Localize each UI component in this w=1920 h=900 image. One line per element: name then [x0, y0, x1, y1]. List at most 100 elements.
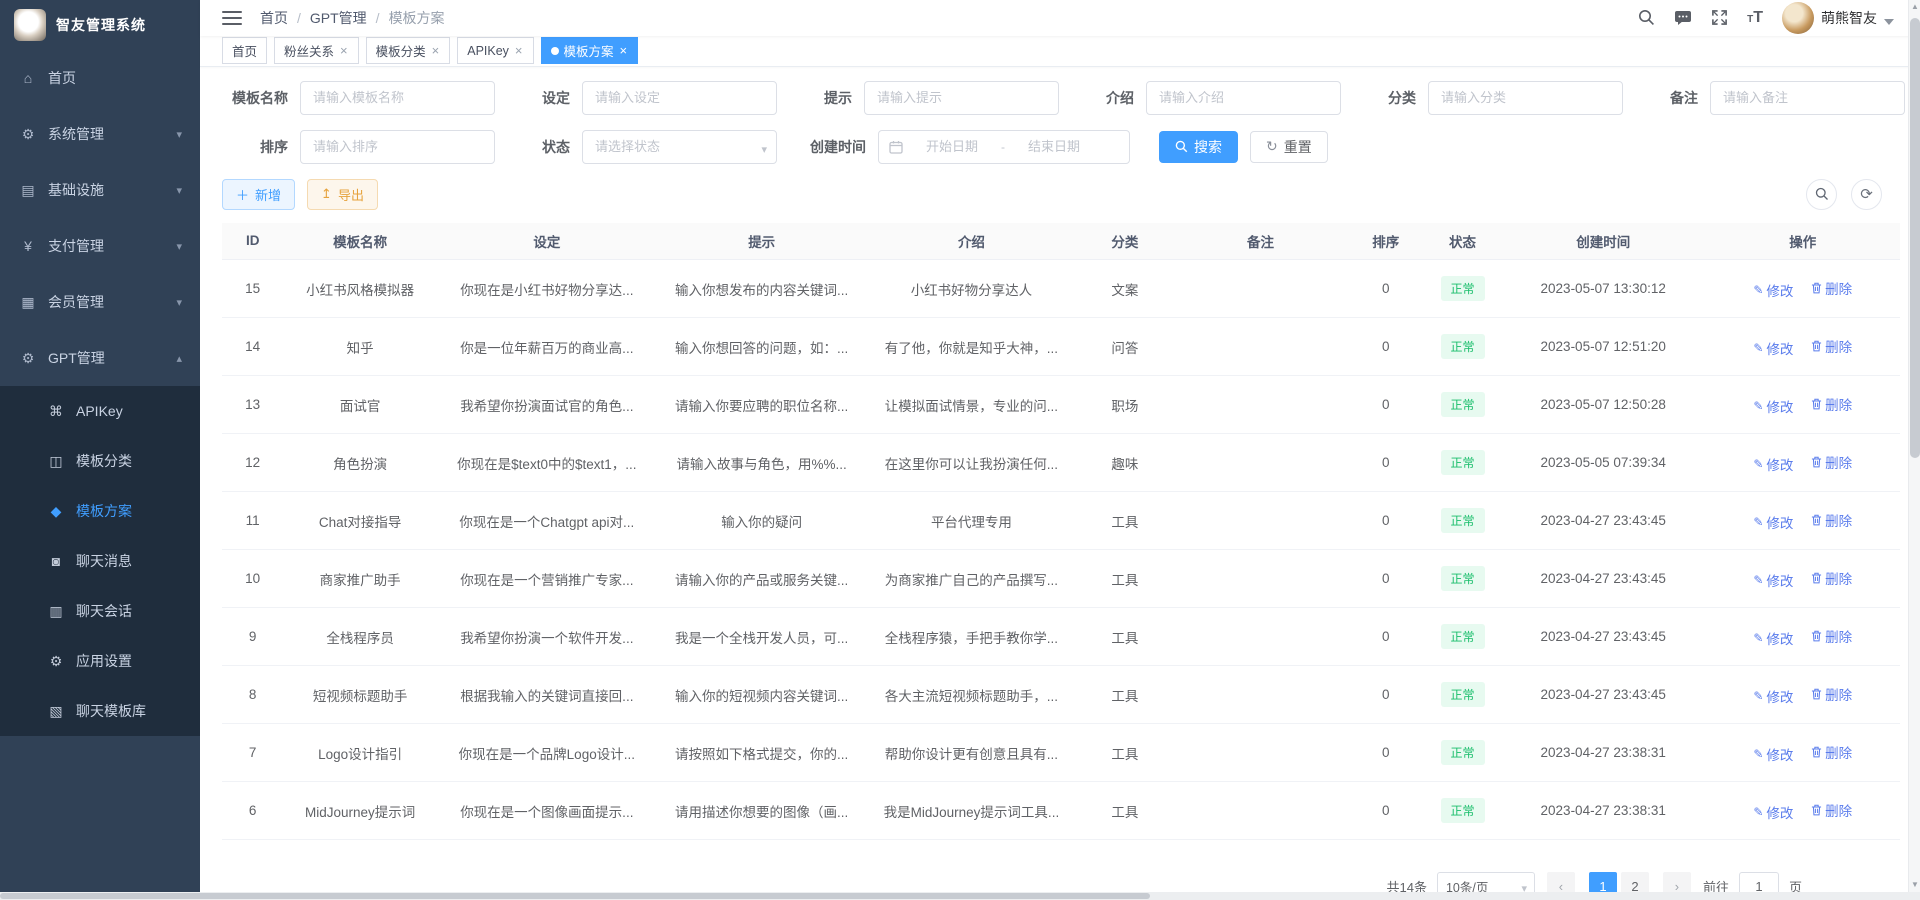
delete-link[interactable]: 删除 [1811, 452, 1852, 472]
cell-prompt: 请按照如下格式提交，你的... [657, 724, 867, 782]
cell-status: 正常 [1424, 550, 1501, 608]
edit-link[interactable]: ✎修改 [1753, 570, 1793, 590]
delete-link[interactable]: 删除 [1811, 742, 1852, 762]
status-badge: 正常 [1441, 450, 1485, 475]
delete-link[interactable]: 删除 [1811, 278, 1852, 298]
edit-link[interactable]: ✎修改 [1753, 280, 1793, 300]
cell-sort: 0 [1347, 782, 1424, 840]
delete-icon [1811, 456, 1822, 468]
status-select-input[interactable] [582, 130, 777, 164]
sort-input[interactable] [300, 130, 495, 164]
fullscreen-icon[interactable] [1711, 9, 1728, 26]
edit-link[interactable]: ✎修改 [1753, 512, 1793, 532]
tab-label: 首页 [232, 41, 257, 60]
close-icon[interactable]: × [619, 44, 629, 57]
toggle-search-button[interactable] [1806, 179, 1837, 210]
close-icon[interactable]: × [339, 44, 349, 57]
edit-link[interactable]: ✎修改 [1753, 628, 1793, 648]
delete-link[interactable]: 删除 [1811, 684, 1852, 704]
sidebar-item-chat-message[interactable]: ◙聊天消息 [0, 536, 200, 586]
delete-link[interactable]: 删除 [1811, 626, 1852, 646]
add-button[interactable]: ＋ 新增 [222, 179, 295, 210]
filter-label: 创建时间 [786, 137, 878, 157]
sidebar-item-payment-management[interactable]: ¥支付管理▾ [0, 218, 200, 274]
sidebar-item-label: 会员管理 [48, 292, 176, 312]
tab-fans-relation[interactable]: 粉丝关系× [274, 37, 359, 64]
tab-template-plan[interactable]: 模板方案× [541, 37, 639, 64]
close-icon[interactable]: × [514, 44, 524, 57]
sidebar-item-chat-template-lib[interactable]: ▧聊天模板库 [0, 686, 200, 736]
filter-label: 模板名称 [222, 88, 300, 108]
sidebar-item-template-plan[interactable]: ◆模板方案 [0, 486, 200, 536]
font-size-icon[interactable]: TT [1747, 9, 1763, 27]
chevron-down-icon: ▾ [176, 128, 182, 141]
scroll-up-arrow-icon[interactable]: ▲ [1909, 0, 1920, 14]
vertical-scrollbar-thumb[interactable] [1910, 18, 1920, 458]
status-badge: 正常 [1441, 624, 1485, 649]
cell-status: 正常 [1424, 376, 1501, 434]
status-select[interactable]: ▾ [582, 130, 777, 164]
collapse-sidebar-icon[interactable] [222, 11, 242, 25]
date-range-picker[interactable]: - [878, 130, 1130, 164]
edit-link[interactable]: ✎修改 [1753, 338, 1793, 358]
horizontal-scrollbar-thumb[interactable] [0, 893, 1150, 899]
breadcrumb-item[interactable]: GPT管理 [310, 8, 367, 28]
cell-prompt: 请输入你要应聘的职位名称... [657, 376, 867, 434]
sidebar-item-infrastructure[interactable]: ▤基础设施▾ [0, 162, 200, 218]
intro-input[interactable] [1146, 81, 1341, 115]
sidebar-menu: ⌂首页⚙系统管理▾▤基础设施▾¥支付管理▾▦会员管理▾⚙GPT管理▴⌘APIKe… [0, 50, 200, 736]
edit-link[interactable]: ✎修改 [1753, 802, 1793, 822]
message-icon[interactable] [1674, 10, 1692, 26]
category-input[interactable] [1428, 81, 1623, 115]
status-badge: 正常 [1441, 334, 1485, 359]
horizontal-scrollbar[interactable] [0, 892, 1920, 900]
cell-template-name: 知乎 [283, 318, 436, 376]
sidebar-item-app-settings[interactable]: ⚙应用设置 [0, 636, 200, 686]
sidebar-item-home[interactable]: ⌂首页 [0, 50, 200, 106]
cell-template-name: 小红书风格模拟器 [283, 260, 436, 318]
delete-link[interactable]: 删除 [1811, 800, 1852, 820]
delete-link[interactable]: 删除 [1811, 568, 1852, 588]
remark-input[interactable] [1710, 81, 1905, 115]
end-date-input[interactable] [1011, 139, 1097, 154]
refresh-button[interactable]: ⟳ [1851, 179, 1882, 210]
delete-link[interactable]: 删除 [1811, 510, 1852, 530]
delete-link[interactable]: 删除 [1811, 336, 1852, 356]
cell-created-time: 2023-05-07 13:30:12 [1501, 260, 1706, 318]
cell-sort: 0 [1347, 260, 1424, 318]
tab-home[interactable]: 首页 [222, 37, 267, 64]
edit-link[interactable]: ✎修改 [1753, 396, 1793, 416]
search-icon[interactable] [1638, 9, 1655, 26]
template-name-input[interactable] [300, 81, 495, 115]
tab-template-category[interactable]: 模板分类× [366, 37, 451, 64]
reset-button[interactable]: ↻ 重置 [1250, 131, 1328, 163]
export-button[interactable]: ↥ 导出 [307, 179, 378, 210]
vertical-scrollbar[interactable]: ▲ ▼ [1908, 0, 1920, 892]
sidebar-item-member-management[interactable]: ▦会员管理▾ [0, 274, 200, 330]
sidebar-item-template-category[interactable]: ◫模板分类 [0, 436, 200, 486]
delete-link[interactable]: 删除 [1811, 394, 1852, 414]
start-date-input[interactable] [909, 139, 995, 154]
filter-field-sort: 排序 [222, 130, 495, 164]
search-button[interactable]: 搜索 [1159, 131, 1238, 163]
delete-link-label: 删除 [1825, 800, 1852, 820]
close-icon[interactable]: × [431, 44, 441, 57]
edit-link[interactable]: ✎修改 [1753, 454, 1793, 474]
cell-category: 工具 [1076, 550, 1173, 608]
edit-link[interactable]: ✎修改 [1753, 686, 1793, 706]
breadcrumb-item[interactable]: 首页 [260, 8, 288, 28]
sidebar-item-apikey[interactable]: ⌘APIKey [0, 386, 200, 436]
tab-apikey[interactable]: APIKey× [457, 37, 533, 64]
scroll-down-arrow-icon[interactable]: ▼ [1909, 878, 1920, 892]
prompt-input[interactable] [864, 81, 1059, 115]
message-icon: ◙ [48, 553, 64, 569]
edit-link[interactable]: ✎修改 [1753, 744, 1793, 764]
sidebar-item-gpt-management[interactable]: ⚙GPT管理▴ [0, 330, 200, 386]
setting-input[interactable] [582, 81, 777, 115]
edit-icon: ✎ [1753, 747, 1763, 761]
edit-link-label: 修改 [1766, 802, 1793, 822]
user-menu[interactable]: 萌熊智友 [1782, 2, 1894, 34]
sidebar-item-chat-session[interactable]: ▥聊天会话 [0, 586, 200, 636]
edit-link-label: 修改 [1766, 454, 1793, 474]
sidebar-item-system-management[interactable]: ⚙系统管理▾ [0, 106, 200, 162]
